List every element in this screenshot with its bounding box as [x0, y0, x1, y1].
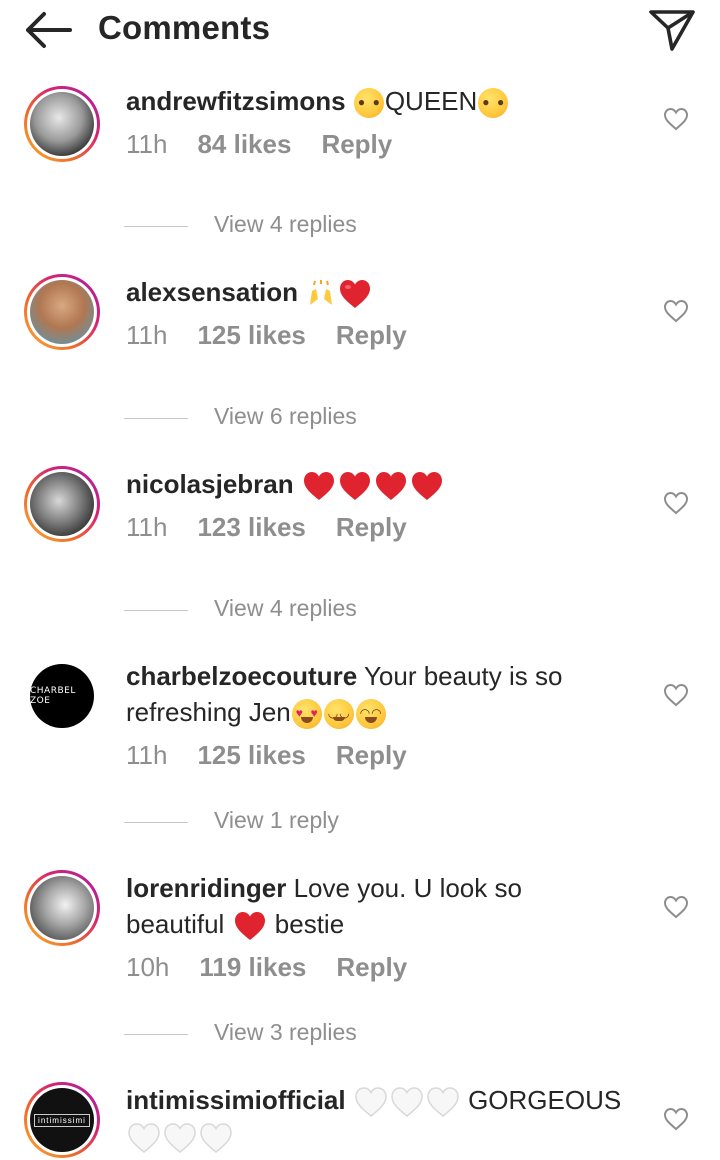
comment-text: charbelzoecouture Your beauty is so refr… [126, 658, 626, 730]
comment-meta: 11h 125 likes Reply [126, 320, 407, 351]
person-emoji-icon: ● ● [353, 88, 384, 119]
red-heart-emoji-icon [410, 470, 444, 502]
comment-username[interactable]: intimissimiofficial [126, 1085, 346, 1115]
comment-username[interactable]: andrewfitzsimons [126, 86, 346, 116]
replies-divider [124, 226, 188, 227]
like-heart-icon[interactable] [663, 299, 689, 323]
avatar[interactable] [24, 870, 100, 946]
comment-body-end: bestie [274, 909, 345, 939]
replies-divider [124, 822, 188, 823]
comment-body: QUEEN [384, 86, 478, 116]
avatar-brand-text: intimissimi [34, 1113, 90, 1127]
like-heart-icon[interactable] [663, 491, 689, 515]
raised-hands-emoji-icon [306, 279, 336, 309]
arrow-left-icon[interactable] [22, 8, 74, 52]
comment-text: nicolasjebran [126, 466, 626, 502]
page-title: Comments [98, 9, 271, 46]
replies-divider [124, 1034, 188, 1035]
white-heart-emoji-icon [127, 1122, 161, 1154]
white-heart-emoji-icon [426, 1086, 460, 1118]
comment-text: lorenridinger Love you. U look so beauti… [126, 870, 626, 942]
comment-meta: 11h 84 likes Reply [126, 129, 392, 160]
comment-username[interactable]: charbelzoecouture [126, 661, 357, 691]
view-replies-label[interactable]: View 4 replies [214, 595, 357, 622]
view-replies-label[interactable]: View 6 replies [214, 403, 357, 430]
red-heart-emoji-icon [233, 910, 267, 942]
comment-meta: 10h 119 likes Reply [126, 952, 407, 983]
likes-count[interactable]: 84 likes [197, 129, 291, 159]
comment-text: andrewfitzsimons ● ● QUEEN ● ● [126, 83, 626, 119]
avatar[interactable]: intimissimi [24, 1082, 100, 1158]
red-heart-emoji-icon [338, 470, 372, 502]
white-heart-emoji-icon [354, 1086, 388, 1118]
smiling-hearts-emoji-icon: ◡ ◡ [323, 699, 354, 730]
likes-count[interactable]: 119 likes [199, 952, 306, 982]
avatar-brand-text: CHARBEL ZOE [30, 686, 76, 706]
avatar[interactable] [24, 86, 100, 162]
likes-count[interactable]: 125 likes [197, 740, 305, 770]
reply-button[interactable]: Reply [336, 740, 407, 770]
heart-eyes-emoji-icon: ♥ ♥ [291, 699, 322, 730]
view-replies-label[interactable]: View 3 replies [214, 1019, 357, 1046]
comment-meta: 11h 125 likes Reply [126, 740, 407, 771]
comment-body: GORGEOUS [468, 1085, 622, 1115]
avatar[interactable] [24, 466, 100, 542]
red-heart-emoji-icon [374, 470, 408, 502]
like-heart-icon[interactable] [663, 683, 689, 707]
comment-time: 11h [126, 129, 168, 159]
likes-count[interactable]: 123 likes [197, 512, 305, 542]
replies-divider [124, 610, 188, 611]
paper-plane-icon[interactable] [646, 6, 698, 54]
comment-time: 11h [126, 740, 168, 770]
reply-button[interactable]: Reply [336, 320, 407, 350]
white-heart-emoji-icon [390, 1086, 424, 1118]
reply-button[interactable]: Reply [321, 129, 392, 159]
comment-username[interactable]: nicolasjebran [126, 469, 294, 499]
comment-meta: 11h 123 likes Reply [126, 512, 407, 543]
comment-time: 10h [126, 952, 170, 982]
comment-username[interactable]: lorenridinger [126, 873, 286, 903]
view-replies-label[interactable]: View 1 reply [214, 807, 339, 834]
like-heart-icon[interactable] [663, 107, 689, 131]
like-heart-icon[interactable] [663, 1107, 689, 1131]
likes-count[interactable]: 125 likes [197, 320, 305, 350]
comment-text: alexsensation [126, 274, 626, 310]
view-replies-label[interactable]: View 4 replies [214, 211, 357, 238]
comment-username[interactable]: alexsensation [126, 277, 298, 307]
reply-button[interactable]: Reply [336, 512, 407, 542]
comment-text: intimissimiofficial GORGEOUS [126, 1082, 626, 1154]
replies-divider [124, 418, 188, 419]
red-heart-emoji-icon [302, 470, 336, 502]
person-emoji-icon: ● ● [478, 88, 509, 119]
comment-time: 11h [126, 320, 168, 350]
comment-time: 11h [126, 512, 168, 542]
avatar[interactable] [24, 274, 100, 350]
white-heart-emoji-icon [199, 1122, 233, 1154]
header-bar: Comments [0, 0, 720, 62]
avatar[interactable]: CHARBEL ZOE [30, 664, 94, 728]
red-heart-emoji-icon [338, 278, 372, 310]
reply-button[interactable]: Reply [336, 952, 407, 982]
hugging-face-emoji-icon: ◠ ◠ [355, 699, 386, 730]
like-heart-icon[interactable] [663, 895, 689, 919]
white-heart-emoji-icon [163, 1122, 197, 1154]
